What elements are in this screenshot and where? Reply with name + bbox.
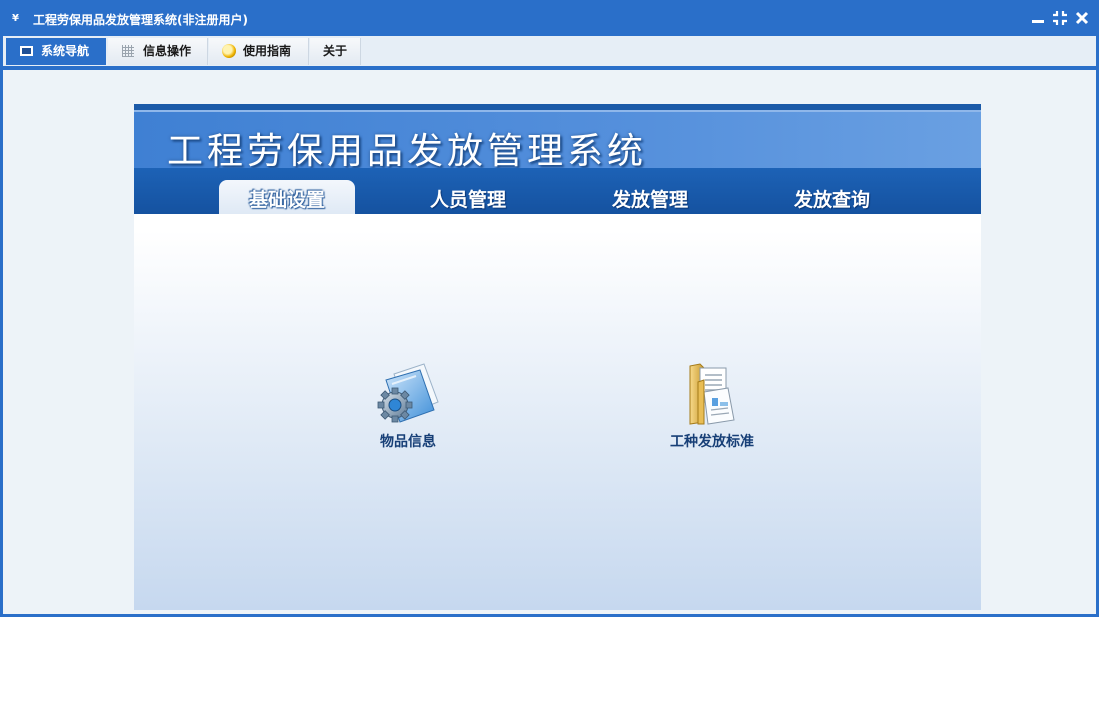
minimize-icon[interactable] <box>1030 10 1046 26</box>
close-icon[interactable] <box>1074 10 1090 26</box>
tile-item-info[interactable]: 物品信息 <box>348 362 468 452</box>
restore-icon[interactable] <box>1052 10 1068 26</box>
menu-item-about[interactable]: 关于 <box>310 38 361 65</box>
menu-item-label: 使用指南 <box>243 44 292 58</box>
navigation-panel: 工程劳保用品发放管理系统 基础设置 人员管理 发放管理 发放查询 物品信息 工种… <box>134 104 981 610</box>
tile-label: 工种发放标准 <box>670 434 754 450</box>
app-window: ¥ 工程劳保用品发放管理系统(非注册用户) 系统导航 信息操作 使用指南 关于 … <box>0 0 1099 617</box>
tile-job-distribution-standard[interactable]: 工种发放标准 <box>652 362 772 452</box>
monitor-icon <box>20 46 33 56</box>
system-title: 工程劳保用品发放管理系统 <box>167 131 648 172</box>
app-icon: ¥ <box>12 13 19 24</box>
tab-distribution-query[interactable]: 发放查询 <box>764 180 900 214</box>
menu-item-info-operations[interactable]: 信息操作 <box>108 38 208 65</box>
menu-bar: 系统导航 信息操作 使用指南 关于 <box>3 36 1096 70</box>
menu-item-user-guide[interactable]: 使用指南 <box>209 38 309 65</box>
help-bulb-icon <box>222 44 236 58</box>
tile-label: 物品信息 <box>380 434 436 450</box>
document-folder-icon <box>689 363 735 425</box>
settings-folder-icon <box>377 363 439 423</box>
tab-basic-settings[interactable]: 基础设置 <box>219 180 355 214</box>
window-title: 工程劳保用品发放管理系统(非注册用户) <box>33 13 248 27</box>
system-banner: 工程劳保用品发放管理系统 <box>134 110 981 172</box>
menu-item-system-navigation[interactable]: 系统导航 <box>6 38 106 65</box>
title-bar: ¥ 工程劳保用品发放管理系统(非注册用户) <box>0 0 1099 36</box>
menu-item-label: 系统导航 <box>41 44 90 58</box>
grid-icon <box>122 45 134 57</box>
tab-personnel-management[interactable]: 人员管理 <box>400 180 536 214</box>
menu-item-label: 信息操作 <box>143 44 192 58</box>
menu-item-label: 关于 <box>323 44 348 58</box>
tab-distribution-management[interactable]: 发放管理 <box>582 180 718 214</box>
module-tab-bar: 基础设置 人员管理 发放管理 发放查询 <box>134 168 981 214</box>
